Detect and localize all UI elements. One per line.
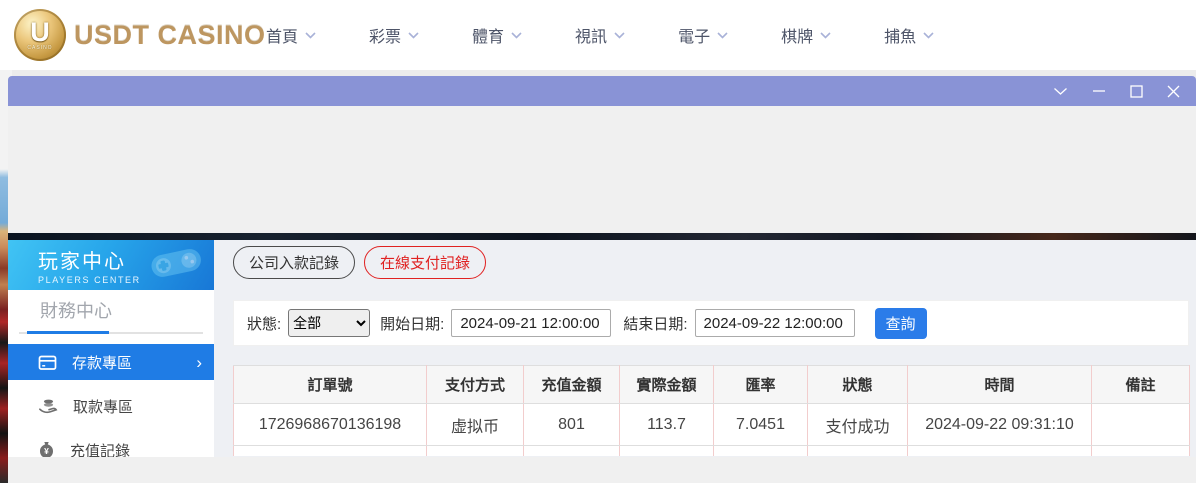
site-header: U CASINO USDT CASINO 首頁 彩票 體育 視訊 <box>0 0 1196 70</box>
banner-strip <box>8 233 1196 240</box>
end-date-input[interactable] <box>695 309 855 337</box>
page: U CASINO USDT CASINO 首頁 彩票 體育 視訊 <box>0 0 1196 483</box>
tab-company-deposit-records[interactable]: 公司入款記錄 <box>233 246 355 279</box>
cell-recharge-amount: 801 <box>524 404 620 446</box>
chevron-down-icon <box>305 32 316 39</box>
chevron-down-icon <box>511 32 522 39</box>
cell-remark <box>1092 404 1190 446</box>
cell-time: 2024-09-22 09:31:10 <box>908 404 1092 446</box>
filter-panel: 狀態: 全部 開始日期: 結束日期: 查詢 <box>233 300 1189 346</box>
sidebar-item-deposit[interactable]: 存款專區 › <box>8 344 214 380</box>
chevron-right-icon: › <box>196 354 202 371</box>
footer-strip <box>8 457 1196 483</box>
logo-ball-icon: U CASINO <box>14 9 66 61</box>
sidebar-menu: 存款專區 › 取款專區 <box>8 344 214 457</box>
end-date-label: 結束日期: <box>623 313 687 334</box>
nav-item-label: 彩票 <box>369 23 401 47</box>
minimize-icon[interactable] <box>1092 89 1106 93</box>
nav-item-fishing[interactable]: 捕魚 <box>884 23 934 47</box>
chevron-down-icon <box>614 32 625 39</box>
cell-actual-amount: 113.7 <box>620 404 714 446</box>
chevron-down-icon <box>820 32 831 39</box>
nav-item-live[interactable]: 視訊 <box>575 23 625 47</box>
chevron-down-icon <box>923 32 934 39</box>
maximize-icon[interactable] <box>1130 85 1143 98</box>
chevron-down-icon <box>717 32 728 39</box>
col-payment-method: 支付方式 <box>427 366 524 404</box>
main-content: 公司入款記錄 在線支付記錄 狀態: 全部 開始日期: 結束日期: 查詢 <box>214 240 1196 457</box>
window-body <box>8 106 1196 233</box>
nav-item-label: 捕魚 <box>884 23 916 47</box>
sidebar-section-title: 財務中心 <box>40 300 214 322</box>
records-table: 訂單號 支付方式 充值金額 實際金額 匯率 狀態 時間 備註 172696867 <box>233 365 1190 456</box>
nav-item-label: 棋牌 <box>781 23 813 47</box>
logo[interactable]: U CASINO USDT CASINO <box>14 9 266 61</box>
sidebar-divider <box>19 332 203 334</box>
start-date-input[interactable] <box>451 309 611 337</box>
window-titlebar <box>8 76 1196 106</box>
cell-status: 支付成功 <box>808 404 908 446</box>
sidebar-item-withdraw[interactable]: 取款專區 <box>8 388 214 424</box>
col-time: 時間 <box>908 366 1092 404</box>
status-label: 狀態: <box>247 313 281 334</box>
nav-item-sports[interactable]: 體育 <box>472 23 522 47</box>
nav-item-label: 視訊 <box>575 23 607 47</box>
nav-item-label: 體育 <box>472 23 504 47</box>
sidebar-item-label: 取款專區 <box>73 396 133 417</box>
sidebar-item-label: 存款專區 <box>72 352 132 373</box>
chevron-down-icon <box>408 32 419 39</box>
cell-exchange-rate: 7.0451 <box>714 404 808 446</box>
sidebar-item-label: 充值記錄 <box>70 440 130 458</box>
logo-badge: CASINO <box>27 45 52 51</box>
collapse-icon[interactable] <box>1053 87 1068 96</box>
logo-letter: U <box>30 19 50 45</box>
table-row: 1726968670136198 虚拟币 801 113.7 7.0451 支付… <box>234 404 1190 446</box>
col-actual-amount: 實際金額 <box>620 366 714 404</box>
hand-coins-icon <box>38 397 58 415</box>
start-date-label: 開始日期: <box>380 313 444 334</box>
col-recharge-amount: 充值金額 <box>524 366 620 404</box>
main-nav: 首頁 彩票 體育 視訊 電子 棋牌 <box>266 0 934 70</box>
nav-item-lottery[interactable]: 彩票 <box>369 23 419 47</box>
table-header-row: 訂單號 支付方式 充值金額 實際金額 匯率 狀態 時間 備註 <box>234 366 1190 404</box>
col-exchange-rate: 匯率 <box>714 366 808 404</box>
table-row-partial <box>234 446 1190 456</box>
logo-text: USDT CASINO <box>74 20 266 51</box>
cell-payment-method: 虚拟币 <box>427 404 524 446</box>
nav-item-label: 首頁 <box>266 23 298 47</box>
sidebar-item-recharge-records[interactable]: ¥ 充值記錄 <box>8 432 214 457</box>
status-select[interactable]: 全部 <box>288 309 370 337</box>
deposit-card-icon <box>38 353 57 372</box>
col-remark: 備註 <box>1092 366 1190 404</box>
close-icon[interactable] <box>1167 85 1180 98</box>
player-center-window: 玩家中心 PLAYERS CENTER 財務中心 <box>8 76 1196 483</box>
cell-order-number: 1726968670136198 <box>234 404 427 446</box>
svg-text:¥: ¥ <box>44 446 49 456</box>
search-button[interactable]: 查詢 <box>875 308 927 339</box>
record-tabs: 公司入款記錄 在線支付記錄 <box>233 246 1196 279</box>
col-status: 狀態 <box>808 366 908 404</box>
tab-online-payment-records[interactable]: 在線支付記錄 <box>364 246 486 279</box>
nav-item-home[interactable]: 首頁 <box>266 23 316 47</box>
sidebar: 玩家中心 PLAYERS CENTER 財務中心 <box>8 240 214 457</box>
nav-item-slots[interactable]: 電子 <box>678 23 728 47</box>
nav-item-label: 電子 <box>678 23 710 47</box>
nav-item-board-games[interactable]: 棋牌 <box>781 23 831 47</box>
sidebar-header: 玩家中心 PLAYERS CENTER <box>8 240 214 290</box>
window-content: 玩家中心 PLAYERS CENTER 財務中心 <box>8 240 1196 457</box>
col-order-number: 訂單號 <box>234 366 427 404</box>
money-bag-icon: ¥ <box>38 441 55 458</box>
